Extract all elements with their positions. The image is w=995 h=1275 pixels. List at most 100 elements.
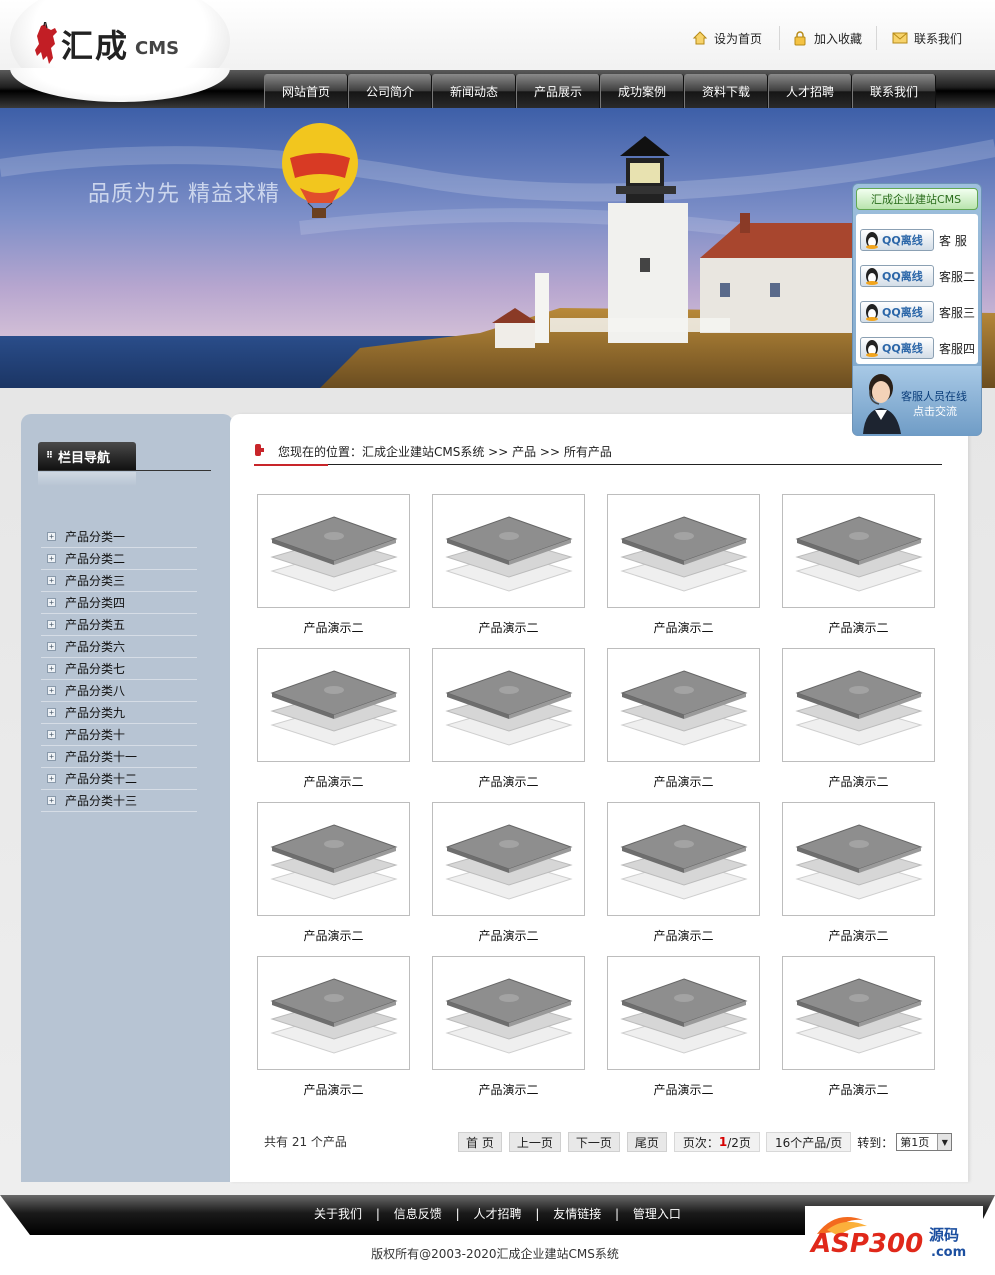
product-name[interactable]: 产品演示二 bbox=[432, 927, 585, 944]
granite-tile-thumbnail bbox=[444, 978, 573, 1054]
watermark-brand-text: ASP300 bbox=[809, 1229, 923, 1259]
category-item[interactable]: + 产品分类十 bbox=[41, 724, 197, 746]
product-image[interactable] bbox=[607, 802, 760, 916]
nav-item-cases[interactable]: 成功案例 bbox=[600, 74, 684, 108]
product-card[interactable]: 产品演示二 bbox=[782, 802, 935, 952]
nav-item-home[interactable]: 网站首页 bbox=[264, 74, 348, 108]
product-image[interactable] bbox=[432, 494, 585, 608]
expand-plus-icon: + bbox=[47, 730, 56, 739]
footer-link-about[interactable]: 关于我们 bbox=[314, 1207, 362, 1221]
add-favorite-link[interactable]: 加入收藏 bbox=[792, 28, 862, 48]
site-logo[interactable]: 汇成 CMS bbox=[33, 22, 179, 66]
qq-status-button[interactable]: QQ离线 bbox=[860, 265, 934, 287]
product-image[interactable] bbox=[432, 648, 585, 762]
category-item[interactable]: + 产品分类八 bbox=[41, 680, 197, 702]
category-item[interactable]: + 产品分类十一 bbox=[41, 746, 197, 768]
qq-agent-row[interactable]: QQ离线 客服三 bbox=[860, 300, 975, 324]
prev-page-button[interactable]: 上一页 bbox=[508, 1132, 561, 1152]
product-card[interactable]: 产品演示二 bbox=[432, 802, 585, 952]
page-jump-select[interactable]: 第1页 ▼ bbox=[896, 1133, 953, 1151]
product-card[interactable]: 产品演示二 bbox=[782, 956, 935, 1106]
nav-item-products[interactable]: 产品展示 bbox=[516, 74, 600, 108]
footer-link-feedback[interactable]: 信息反馈 bbox=[394, 1207, 442, 1221]
product-image[interactable] bbox=[257, 494, 410, 608]
product-name[interactable]: 产品演示二 bbox=[782, 927, 935, 944]
product-name[interactable]: 产品演示二 bbox=[607, 1081, 760, 1098]
product-name[interactable]: 产品演示二 bbox=[607, 773, 760, 790]
add-favorite-label: 加入收藏 bbox=[814, 31, 863, 46]
product-name[interactable]: 产品演示二 bbox=[782, 1081, 935, 1098]
product-image[interactable] bbox=[257, 956, 410, 1070]
product-image[interactable] bbox=[782, 802, 935, 916]
product-image[interactable] bbox=[607, 956, 760, 1070]
product-name[interactable]: 产品演示二 bbox=[607, 927, 760, 944]
footer-link-jobs[interactable]: 人才招聘 bbox=[473, 1207, 521, 1221]
product-card[interactable]: 产品演示二 bbox=[607, 648, 760, 798]
category-item[interactable]: + 产品分类九 bbox=[41, 702, 197, 724]
category-item[interactable]: + 产品分类一 bbox=[41, 526, 197, 548]
qq-status-button[interactable]: QQ离线 bbox=[860, 229, 934, 251]
product-name[interactable]: 产品演示二 bbox=[432, 619, 585, 636]
product-card[interactable]: 产品演示二 bbox=[257, 956, 410, 1106]
category-item[interactable]: + 产品分类四 bbox=[41, 592, 197, 614]
nav-item-jobs[interactable]: 人才招聘 bbox=[768, 74, 852, 108]
product-name[interactable]: 产品演示二 bbox=[607, 619, 760, 636]
qq-agent-row[interactable]: QQ离线 客 服 bbox=[860, 228, 967, 252]
qq-status-button[interactable]: QQ离线 bbox=[860, 301, 934, 323]
product-name[interactable]: 产品演示二 bbox=[257, 1081, 410, 1098]
product-name[interactable]: 产品演示二 bbox=[257, 619, 410, 636]
category-item[interactable]: + 产品分类五 bbox=[41, 614, 197, 636]
qq-online-support-banner[interactable]: 客服人员在线 点击交流 bbox=[853, 366, 981, 436]
set-homepage-link[interactable]: 设为首页 bbox=[692, 28, 762, 48]
expand-plus-icon: + bbox=[47, 576, 56, 585]
product-image[interactable] bbox=[607, 494, 760, 608]
category-item[interactable]: + 产品分类十二 bbox=[41, 768, 197, 790]
qq-agent-row[interactable]: QQ离线 客服四 bbox=[860, 336, 975, 360]
product-image[interactable] bbox=[607, 648, 760, 762]
granite-tile-thumbnail bbox=[794, 670, 923, 746]
product-name[interactable]: 产品演示二 bbox=[257, 927, 410, 944]
nav-item-downloads[interactable]: 资料下载 bbox=[684, 74, 768, 108]
next-page-button[interactable]: 下一页 bbox=[567, 1132, 620, 1152]
product-image[interactable] bbox=[782, 494, 935, 608]
product-card[interactable]: 产品演示二 bbox=[432, 956, 585, 1106]
last-page-button[interactable]: 尾页 bbox=[626, 1132, 667, 1152]
product-card[interactable]: 产品演示二 bbox=[257, 494, 410, 644]
product-image[interactable] bbox=[782, 956, 935, 1070]
first-page-button[interactable]: 首 页 bbox=[458, 1132, 502, 1152]
product-card[interactable]: 产品演示二 bbox=[607, 956, 760, 1106]
product-card[interactable]: 产品演示二 bbox=[257, 648, 410, 798]
nav-item-about[interactable]: 公司简介 bbox=[348, 74, 432, 108]
product-image[interactable] bbox=[257, 802, 410, 916]
product-image[interactable] bbox=[257, 648, 410, 762]
product-name[interactable]: 产品演示二 bbox=[432, 1081, 585, 1098]
product-name[interactable]: 产品演示二 bbox=[782, 619, 935, 636]
product-card[interactable]: 产品演示二 bbox=[607, 802, 760, 952]
category-item[interactable]: + 产品分类六 bbox=[41, 636, 197, 658]
qq-agent-row[interactable]: QQ离线 客服二 bbox=[860, 264, 975, 288]
product-name[interactable]: 产品演示二 bbox=[432, 773, 585, 790]
product-image[interactable] bbox=[432, 956, 585, 1070]
category-item[interactable]: + 产品分类十三 bbox=[41, 790, 197, 812]
footer-link-friends[interactable]: 友情链接 bbox=[553, 1207, 601, 1221]
category-item[interactable]: + 产品分类七 bbox=[41, 658, 197, 680]
contact-us-link[interactable]: 联系我们 bbox=[892, 28, 962, 48]
product-name[interactable]: 产品演示二 bbox=[782, 773, 935, 790]
nav-item-news[interactable]: 新闻动态 bbox=[432, 74, 516, 108]
product-card[interactable]: 产品演示二 bbox=[432, 648, 585, 798]
product-card[interactable]: 产品演示二 bbox=[432, 494, 585, 644]
product-card[interactable]: 产品演示二 bbox=[607, 494, 760, 644]
product-card[interactable]: 产品演示二 bbox=[257, 802, 410, 952]
expand-plus-icon: + bbox=[47, 620, 56, 629]
qq-status-button[interactable]: QQ离线 bbox=[860, 337, 934, 359]
footer-link-admin[interactable]: 管理入口 bbox=[633, 1207, 681, 1221]
product-card[interactable]: 产品演示二 bbox=[782, 494, 935, 644]
category-item[interactable]: + 产品分类二 bbox=[41, 548, 197, 570]
product-card[interactable]: 产品演示二 bbox=[782, 648, 935, 798]
product-image[interactable] bbox=[782, 648, 935, 762]
product-image[interactable] bbox=[432, 802, 585, 916]
category-item[interactable]: + 产品分类三 bbox=[41, 570, 197, 592]
product-name[interactable]: 产品演示二 bbox=[257, 773, 410, 790]
category-label: 产品分类十一 bbox=[65, 750, 138, 764]
nav-item-contact[interactable]: 联系我们 bbox=[852, 74, 936, 108]
